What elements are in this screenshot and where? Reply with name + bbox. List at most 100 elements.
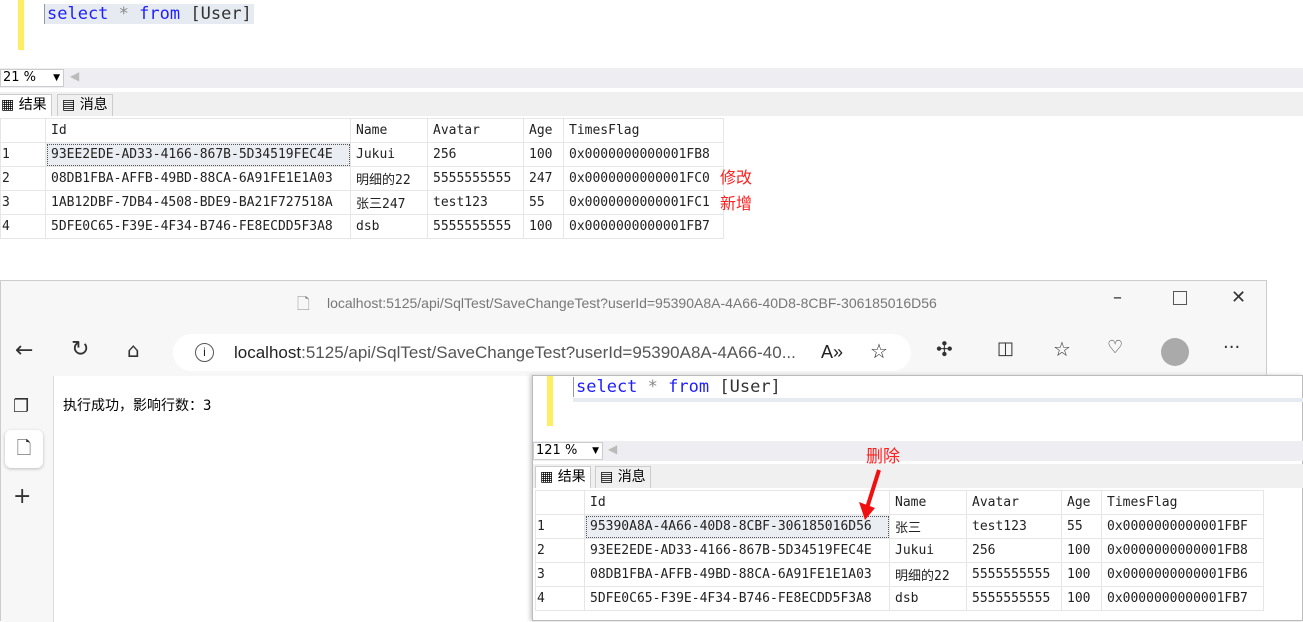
cell[interactable]: 100 — [1061, 538, 1102, 563]
cell[interactable]: 0x0000000000001FB8 — [1101, 538, 1264, 563]
cell[interactable]: 93EE2EDE-AD33-4166-867B-5D34519FEC4E — [45, 142, 351, 167]
cell[interactable]: 张三247 — [350, 190, 428, 215]
address-bar[interactable]: i localhost:5125/api/SqlTest/SaveChangeT… — [173, 334, 911, 371]
results-tabs: ▦ 结果 ▤ 消息 — [533, 464, 1303, 488]
query-editor-top[interactable]: select * from [User] — [0, 0, 1303, 66]
cell[interactable]: 明细的22 — [889, 562, 967, 587]
profile-avatar[interactable] — [1161, 338, 1189, 366]
page-icon: 🗋 — [297, 294, 310, 313]
cell[interactable]: 5555555555 — [966, 586, 1062, 611]
message-icon: ▤ — [62, 97, 76, 113]
row-number[interactable]: 2 — [0, 166, 46, 191]
column-header[interactable]: Avatar — [427, 118, 524, 143]
cell[interactable]: 256 — [966, 538, 1062, 563]
tab-messages[interactable]: ▤ 消息 — [57, 94, 113, 116]
row-number[interactable]: 1 — [0, 142, 46, 167]
cell[interactable]: test123 — [427, 190, 524, 215]
query-text[interactable]: select * from [User] — [573, 377, 783, 397]
table-row: 3 08DB1FBA-AFFB-49BD-88CA-6A91FE1E1A03 明细的… — [535, 562, 1264, 587]
zoom-dropdown[interactable]: 21 % ▼ — [0, 69, 64, 87]
home-icon[interactable]: ⌂ — [127, 338, 140, 362]
cell[interactable]: Jukui — [350, 142, 428, 167]
cell[interactable]: 明细的22 — [350, 166, 428, 191]
cell[interactable]: 5DFE0C65-F39E-4F34-B746-FE8ECDD5F3A8 — [584, 586, 890, 611]
scroll-left-icon[interactable]: ◀ — [70, 69, 79, 83]
cell[interactable]: 0x0000000000001FC0 — [563, 166, 724, 191]
cell[interactable]: 张三 — [889, 514, 967, 539]
cell[interactable]: 256 — [427, 142, 524, 167]
split-screen-icon[interactable]: ◫ — [997, 338, 1014, 359]
cell[interactable]: 0x0000000000001FB8 — [563, 142, 724, 167]
address-path: :5125/api/SqlTest/SaveChangeTest?userId=… — [301, 343, 796, 362]
header-row: Id Name Avatar Age TimesFlag — [535, 490, 1264, 515]
add-tab-icon[interactable]: + — [13, 484, 31, 509]
cell[interactable]: 100 — [523, 142, 564, 167]
cell[interactable]: 5DFE0C65-F39E-4F34-B746-FE8ECDD5F3A8 — [45, 214, 351, 239]
cell[interactable]: 0x0000000000001FB7 — [1101, 586, 1264, 611]
more-menu-icon[interactable]: ··· — [1223, 337, 1240, 358]
row-number[interactable]: 1 — [535, 514, 585, 539]
row-number[interactable]: 2 — [535, 538, 585, 563]
column-header[interactable]: Age — [1061, 490, 1102, 515]
column-header[interactable]: TimesFlag — [563, 118, 724, 143]
corner-cell[interactable] — [535, 490, 585, 515]
cell[interactable]: 100 — [1061, 586, 1102, 611]
row-number[interactable]: 4 — [535, 586, 585, 611]
cell[interactable]: Jukui — [889, 538, 967, 563]
scroll-left-icon[interactable]: ◀ — [608, 442, 617, 456]
minimize-icon[interactable]: – — [1113, 287, 1122, 308]
tab-actions-icon[interactable]: ❐ — [13, 396, 29, 417]
column-header[interactable]: TimesFlag — [1101, 490, 1264, 515]
cell[interactable]: test123 — [966, 514, 1062, 539]
info-icon[interactable]: i — [195, 343, 214, 362]
tab-results[interactable]: ▦ 结果 — [535, 466, 591, 488]
column-header[interactable]: Id — [584, 490, 890, 515]
favorites-icon[interactable]: ☆ — [1053, 337, 1071, 361]
cell[interactable]: 55 — [1061, 514, 1102, 539]
cell[interactable]: 93EE2EDE-AD33-4166-867B-5D34519FEC4E — [584, 538, 890, 563]
tab-messages[interactable]: ▤ 消息 — [595, 466, 651, 488]
cell[interactable]: dsb — [889, 586, 967, 611]
back-icon[interactable]: ← — [15, 338, 33, 363]
row-number[interactable]: 3 — [0, 190, 46, 215]
tab-results[interactable]: ▦ 结果 — [0, 94, 52, 116]
row-number[interactable]: 4 — [0, 214, 46, 239]
cell[interactable]: 247 — [523, 166, 564, 191]
cell[interactable]: 100 — [523, 214, 564, 239]
header-row: Id Name Avatar Age TimesFlag — [0, 118, 724, 143]
close-icon[interactable]: ✕ — [1231, 287, 1246, 308]
cell[interactable]: 0x0000000000001FBF — [1101, 514, 1264, 539]
cell[interactable]: 1AB12DBF-7DB4-4508-BDE9-BA21F727518A — [45, 190, 351, 215]
cell[interactable]: 5555555555 — [427, 166, 524, 191]
cell[interactable]: 08DB1FBA-AFFB-49BD-88CA-6A91FE1E1A03 — [584, 562, 890, 587]
column-header[interactable]: Id — [45, 118, 351, 143]
page-tab-icon[interactable]: 🗋 — [5, 430, 43, 468]
cell[interactable]: 0x0000000000001FB7 — [563, 214, 724, 239]
column-header[interactable]: Age — [523, 118, 564, 143]
annotation-deleted: 删除 — [866, 447, 900, 467]
zoom-dropdown[interactable]: 121 % ▼ — [533, 442, 603, 460]
cell[interactable]: 95390A8A-4A66-40D8-8CBF-306185016D56 — [584, 514, 890, 539]
cell[interactable]: 5555555555 — [427, 214, 524, 239]
extensions-icon[interactable]: ✣ — [936, 337, 953, 361]
maximize-icon[interactable] — [1173, 291, 1187, 305]
column-header[interactable]: Name — [889, 490, 967, 515]
cell[interactable]: 100 — [1061, 562, 1102, 587]
read-aloud-icon[interactable]: A» — [821, 334, 843, 371]
browser-essentials-icon[interactable]: ♡ — [1107, 337, 1123, 358]
refresh-icon[interactable]: ↻ — [71, 337, 89, 362]
corner-cell[interactable] — [0, 118, 46, 143]
cell[interactable]: dsb — [350, 214, 428, 239]
ssms-overlay: select * from [User] 121 % ▼ ◀ ▦ 结果 ▤ 消息 … — [532, 375, 1303, 621]
column-header[interactable]: Name — [350, 118, 428, 143]
cell[interactable]: 55 — [523, 190, 564, 215]
cell[interactable]: 5555555555 — [966, 562, 1062, 587]
column-header[interactable]: Avatar — [966, 490, 1062, 515]
row-number[interactable]: 3 — [535, 562, 585, 587]
table-row: 3 1AB12DBF-7DB4-4508-BDE9-BA21F727518A 张三2… — [0, 190, 724, 215]
favorite-star-icon[interactable]: ☆ — [870, 334, 888, 371]
cell[interactable]: 08DB1FBA-AFFB-49BD-88CA-6A91FE1E1A03 — [45, 166, 351, 191]
cell[interactable]: 0x0000000000001FC1 — [563, 190, 724, 215]
tab-label: 结果 — [557, 469, 586, 485]
cell[interactable]: 0x0000000000001FB6 — [1101, 562, 1264, 587]
